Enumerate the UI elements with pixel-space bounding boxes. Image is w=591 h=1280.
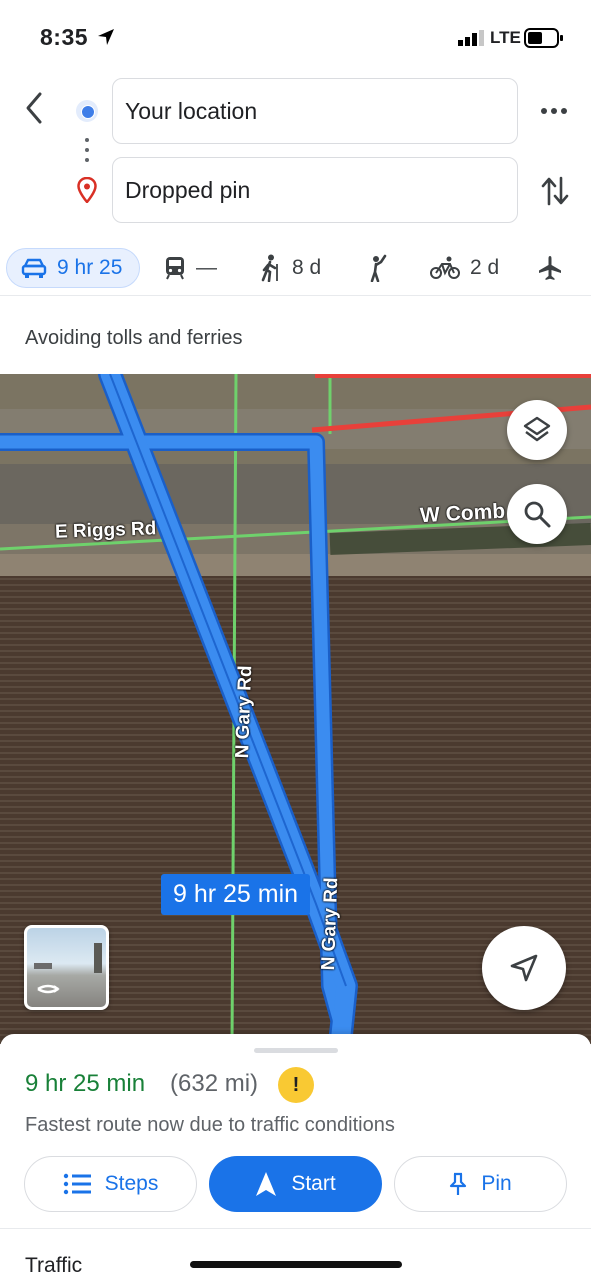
bicycle-icon xyxy=(430,256,460,279)
layers-button[interactable] xyxy=(507,400,567,460)
navigate-arrow-icon xyxy=(256,1172,277,1196)
mode-walk[interactable]: 8 d xyxy=(258,248,321,288)
route-dots-icon xyxy=(85,138,89,164)
route-distance: (632 mi) xyxy=(170,1070,259,1097)
mode-bike-label: 2 d xyxy=(470,256,500,279)
origin-field[interactable]: Your location xyxy=(112,78,518,144)
road-label-comb: W Comb xyxy=(419,499,506,528)
layers-icon xyxy=(523,416,551,442)
route-duration: 9 hr 25 min xyxy=(25,1070,146,1097)
start-label: Start xyxy=(291,1172,336,1195)
status-bar: 8:35 LTE xyxy=(0,0,591,70)
road-label-gary-1: N Gary Rd xyxy=(232,665,257,759)
location-arrow-icon xyxy=(98,29,114,45)
route-duration-tag[interactable]: 9 hr 25 min xyxy=(161,874,311,915)
mode-flight[interactable] xyxy=(537,248,573,288)
navigation-arrow-icon xyxy=(510,954,538,982)
road-label-gary-2: N Gary Rd xyxy=(318,877,343,971)
pin-button[interactable]: Pin xyxy=(394,1156,567,1212)
swap-directions-icon[interactable] xyxy=(540,174,570,208)
steps-button[interactable]: Steps xyxy=(24,1156,197,1212)
origin-dot-icon xyxy=(76,100,98,122)
pushpin-icon xyxy=(450,1172,467,1195)
steps-label: Steps xyxy=(104,1172,159,1195)
search-along-route-button[interactable] xyxy=(507,484,567,544)
signal-bars-icon xyxy=(458,30,484,46)
travel-modes-bar: 9 hr 25 — 8 d 2 d xyxy=(0,244,591,296)
transit-icon xyxy=(166,257,184,280)
mode-car[interactable]: 9 hr 25 xyxy=(6,248,140,288)
route-note: Fastest route now due to traffic conditi… xyxy=(25,1114,395,1136)
route-details-sheet: 9 hr 25 min (632 mi) ! Fastest route now… xyxy=(0,1034,591,1280)
search-icon xyxy=(524,501,551,528)
status-time: 8:35 xyxy=(40,24,89,50)
pin-label: Pin xyxy=(481,1172,512,1195)
car-icon xyxy=(21,258,47,278)
mode-bike[interactable]: 2 d xyxy=(430,248,499,288)
more-options-icon[interactable] xyxy=(540,97,568,125)
battery-icon xyxy=(524,28,563,48)
back-arrow-icon[interactable] xyxy=(20,90,50,126)
airplane-icon xyxy=(539,256,561,280)
mode-car-label: 9 hr 25 xyxy=(57,256,123,279)
map-view[interactable]: E Riggs Rd W Comb N Gary Rd N Gary Rd 9 … xyxy=(0,374,591,1044)
road-label-riggs: E Riggs Rd xyxy=(54,518,157,543)
walking-icon xyxy=(261,254,278,282)
start-button[interactable]: Start xyxy=(209,1156,382,1212)
warning-icon[interactable]: ! xyxy=(278,1067,314,1103)
destination-pin-icon xyxy=(77,177,97,203)
mode-walk-label: 8 d xyxy=(292,256,322,279)
network-label: LTE xyxy=(490,28,521,47)
traffic-heading: Traffic xyxy=(25,1254,83,1277)
street-view-rotate-icon xyxy=(34,943,102,994)
home-indicator[interactable] xyxy=(190,1261,402,1268)
mode-transit[interactable]: — xyxy=(164,248,217,288)
rideshare-icon xyxy=(370,254,387,282)
sheet-drag-handle[interactable] xyxy=(254,1048,338,1053)
street-view-thumbnail[interactable] xyxy=(24,925,109,1010)
sheet-divider xyxy=(0,1228,591,1229)
mode-transit-label: — xyxy=(196,256,217,279)
destination-field[interactable]: Dropped pin xyxy=(112,157,518,223)
list-icon xyxy=(63,1173,91,1195)
recenter-button[interactable] xyxy=(482,926,566,1010)
mode-rideshare[interactable] xyxy=(368,248,402,288)
route-options-note: Avoiding tolls and ferries xyxy=(25,327,243,349)
